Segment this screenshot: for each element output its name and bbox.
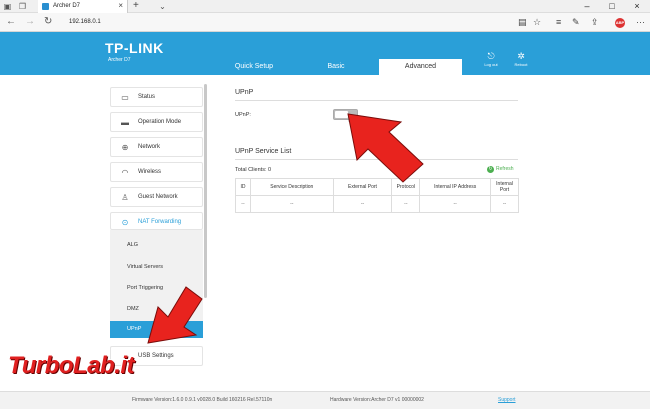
table-cell: -- bbox=[490, 195, 519, 213]
table-row: -- -- -- -- -- -- bbox=[235, 195, 519, 213]
sidebar-item-wireless[interactable]: ◠ Wireless bbox=[110, 162, 203, 182]
tab-quick-setup[interactable]: Quick Setup bbox=[215, 59, 293, 75]
new-tab-icon[interactable]: + bbox=[133, 0, 139, 11]
annotation-arrow-upnp bbox=[147, 286, 203, 344]
back-icon[interactable]: ← bbox=[6, 16, 16, 27]
window-icon[interactable]: ▣ bbox=[3, 2, 12, 11]
tab-close-icon[interactable]: × bbox=[118, 1, 123, 10]
minimize-icon[interactable]: – bbox=[575, 0, 599, 13]
hub-icon[interactable]: ≡ bbox=[556, 17, 561, 27]
total-clients: Total Clients: 0 bbox=[235, 167, 272, 173]
maximize-icon[interactable]: □ bbox=[600, 0, 624, 13]
hardware-version: Hardware Version:Archer D7 v1 00000002 bbox=[330, 397, 424, 403]
logout-button[interactable]: ⎋ Log out bbox=[477, 51, 505, 68]
logout-icon: ⎋ bbox=[487, 51, 495, 61]
favorite-star-icon[interactable]: ☆ bbox=[533, 17, 541, 28]
table-cell: -- bbox=[391, 195, 421, 213]
footer: Firmware Version:1.6.0 0.9.1 v0028.0 Bui… bbox=[0, 391, 650, 409]
upnp-section-title: UPnP bbox=[235, 89, 254, 96]
browser-titlebar: ▣ ❐ Archer D7 × + ⌄ – □ × bbox=[0, 0, 650, 13]
firmware-version: Firmware Version:1.6.0 0.9.1 v0028.0 Bui… bbox=[132, 397, 273, 403]
adblock-icon[interactable]: ABP bbox=[615, 18, 625, 28]
table-cell: -- bbox=[332, 195, 393, 213]
model-name: Archer D7 bbox=[108, 57, 131, 63]
table-cell: -- bbox=[419, 195, 492, 213]
subitem-virtual-servers[interactable]: Virtual Servers bbox=[127, 264, 163, 270]
watermark-logo: TurboLab.it bbox=[8, 352, 135, 379]
tab-list-icon[interactable]: ⌄ bbox=[158, 2, 167, 11]
tab-advanced[interactable]: Advanced bbox=[379, 59, 462, 75]
tab-basic[interactable]: Basic bbox=[296, 59, 376, 75]
column-header: Service Description bbox=[249, 178, 334, 196]
router-header: TP-LINK Archer D7 Quick Setup Basic Adva… bbox=[0, 32, 650, 75]
monitor-icon: ▬ bbox=[121, 118, 129, 127]
support-link[interactable]: Support bbox=[498, 397, 516, 403]
refresh-icon[interactable]: ↻ bbox=[44, 16, 52, 27]
sidebar-item-guest-network[interactable]: ♙ Guest Network bbox=[110, 187, 203, 207]
upnp-label: UPnP: bbox=[235, 112, 251, 118]
brand-logo: TP-LINK bbox=[105, 40, 164, 56]
reading-view-icon[interactable]: ▤ bbox=[518, 17, 527, 28]
address-bar: ← → ↻ 192.168.0.1 ▤ ☆ ≡ ✎ ⇪ ABP ··· bbox=[0, 13, 650, 32]
window-close-icon[interactable]: × bbox=[625, 0, 649, 13]
guest-icon: ♙ bbox=[121, 193, 129, 202]
sidebar-item-nat-forwarding[interactable]: ⊙ NAT Forwarding bbox=[110, 212, 203, 230]
sidebar-item-status[interactable]: ▭ Status bbox=[110, 87, 203, 107]
refresh-button[interactable]: ↻ Refresh bbox=[487, 166, 514, 173]
refresh-circle-icon: ↻ bbox=[487, 166, 494, 173]
tab-favicon-icon bbox=[42, 3, 49, 10]
wifi-icon: ◠ bbox=[121, 168, 129, 177]
reboot-button[interactable]: ✲ Reboot bbox=[507, 51, 535, 68]
notes-icon[interactable]: ✎ bbox=[572, 17, 580, 28]
url-input[interactable]: 192.168.0.1 bbox=[69, 19, 101, 25]
section-divider bbox=[235, 100, 518, 101]
subitem-alg[interactable]: ALG bbox=[127, 242, 138, 248]
browser-tab[interactable]: Archer D7 × bbox=[38, 0, 128, 13]
table-cell: -- bbox=[249, 195, 334, 213]
globe-icon: ⊕ bbox=[121, 143, 129, 152]
nat-icon: ⊙ bbox=[121, 218, 129, 227]
forward-icon[interactable]: → bbox=[25, 16, 35, 27]
reboot-icon: ✲ bbox=[517, 51, 525, 61]
status-icon: ▭ bbox=[121, 93, 129, 102]
annotation-arrow-toggle bbox=[347, 113, 424, 183]
column-header: ID bbox=[235, 178, 251, 196]
more-icon[interactable]: ··· bbox=[636, 17, 645, 27]
sidebar-scrollbar[interactable] bbox=[204, 84, 207, 298]
column-header: Internal Port bbox=[490, 178, 519, 196]
subitem-dmz[interactable]: DMZ bbox=[127, 306, 139, 312]
tab-title: Archer D7 bbox=[53, 3, 81, 9]
sidebar-item-operation-mode[interactable]: ▬ Operation Mode bbox=[110, 112, 203, 132]
table-cell: -- bbox=[235, 195, 251, 213]
share-icon[interactable]: ⇪ bbox=[591, 17, 599, 28]
tab-preview-icon[interactable]: ❐ bbox=[18, 2, 27, 11]
service-list-title: UPnP Service List bbox=[235, 148, 292, 155]
sidebar-item-network[interactable]: ⊕ Network bbox=[110, 137, 203, 157]
